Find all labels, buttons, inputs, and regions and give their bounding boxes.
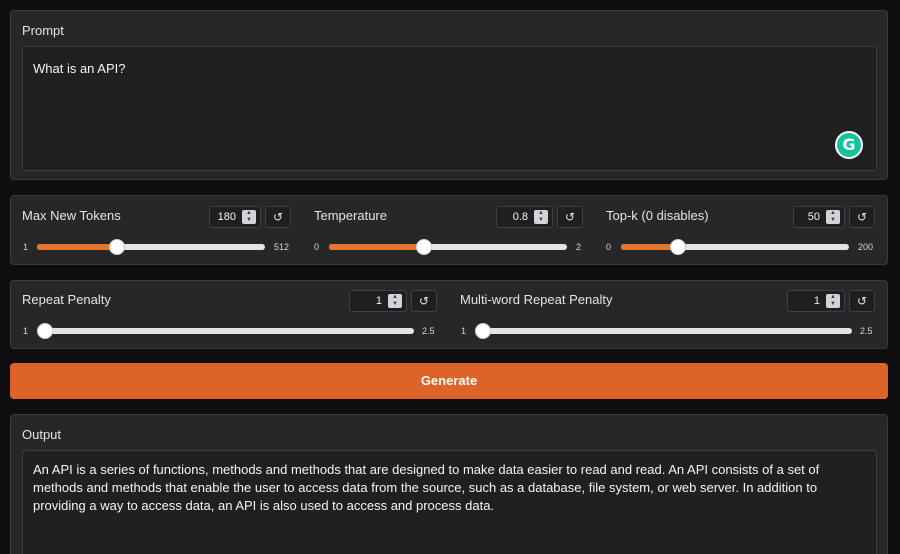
spinner-arrows-icon[interactable]: ▲ ▼: [534, 210, 548, 224]
top-k-input[interactable]: 50 ▲ ▼: [793, 206, 845, 228]
output-textbox[interactable]: An API is a series of functions, methods…: [22, 450, 877, 554]
slider-label: Top-k (0 disables): [606, 208, 709, 223]
penalty-panel: Repeat Penalty 1 ▲ ▼ ↺ 1 2.5 Multi-word Re…: [10, 280, 888, 349]
output-label: Output: [22, 427, 62, 442]
number-value: 1: [375, 295, 382, 307]
slider-label: Multi-word Repeat Penalty: [460, 292, 613, 307]
prompt-input[interactable]: What is an API?: [22, 46, 877, 171]
reset-icon[interactable]: ↺: [849, 206, 875, 228]
slider-min: 1: [23, 326, 29, 336]
slider-label: Repeat Penalty: [22, 292, 111, 307]
slider-track[interactable]: [475, 323, 852, 339]
generate-button[interactable]: Generate: [10, 363, 888, 399]
slider-track[interactable]: [329, 239, 567, 255]
multi-word-repeat-penalty-input[interactable]: 1 ▲ ▼: [787, 290, 845, 312]
slider-max: 2: [576, 242, 582, 252]
slider-min: 1: [23, 242, 29, 252]
reset-icon[interactable]: ↺: [411, 290, 437, 312]
slider-min: 0: [606, 242, 612, 252]
reset-icon[interactable]: ↺: [557, 206, 583, 228]
slider-fill: [37, 244, 117, 250]
spinner-arrows-icon[interactable]: ▲ ▼: [242, 210, 256, 224]
slider-max: 512: [274, 242, 290, 252]
reset-icon[interactable]: ↺: [849, 290, 875, 312]
number-value: 180: [217, 211, 236, 223]
output-panel: Output An API is a series of functions, …: [10, 414, 888, 554]
slider-min: 1: [461, 326, 467, 336]
repeat-penalty-input[interactable]: 1 ▲ ▼: [349, 290, 407, 312]
slider-max: 200: [858, 242, 874, 252]
reset-icon[interactable]: ↺: [265, 206, 291, 228]
prompt-panel: Prompt What is an API?: [10, 10, 888, 180]
slider-thumb[interactable]: [416, 239, 433, 255]
slider-fill: [329, 244, 425, 250]
number-value: 50: [807, 211, 820, 223]
spinner-arrows-icon[interactable]: ▲ ▼: [388, 294, 402, 308]
grammarly-icon[interactable]: [835, 131, 863, 159]
slider-track[interactable]: [37, 323, 414, 339]
slider-track[interactable]: [621, 239, 849, 255]
slider-track[interactable]: [37, 239, 265, 255]
spinner-arrows-icon[interactable]: ▲ ▼: [826, 294, 840, 308]
slider-thumb[interactable]: [108, 239, 125, 255]
slider-label: Max New Tokens: [22, 208, 121, 223]
slider-thumb[interactable]: [475, 323, 491, 339]
slider-thumb[interactable]: [37, 323, 53, 339]
number-value: 0.8: [512, 211, 528, 223]
slider-label: Temperature: [314, 208, 387, 223]
slider-thumb[interactable]: [670, 239, 686, 255]
slider-max: 2.5: [860, 326, 873, 336]
prompt-label: Prompt: [22, 23, 64, 38]
temperature-input[interactable]: 0.8 ▲ ▼: [496, 206, 553, 228]
slider-min: 0: [314, 242, 320, 252]
slider-max: 2.5: [422, 326, 435, 336]
max-new-tokens-input[interactable]: 180 ▲ ▼: [209, 206, 261, 228]
spinner-arrows-icon[interactable]: ▲ ▼: [826, 210, 840, 224]
number-value: 1: [813, 295, 820, 307]
sampling-panel: Max New Tokens 180 ▲ ▼ ↺ 1 512 Temperature…: [10, 195, 888, 265]
